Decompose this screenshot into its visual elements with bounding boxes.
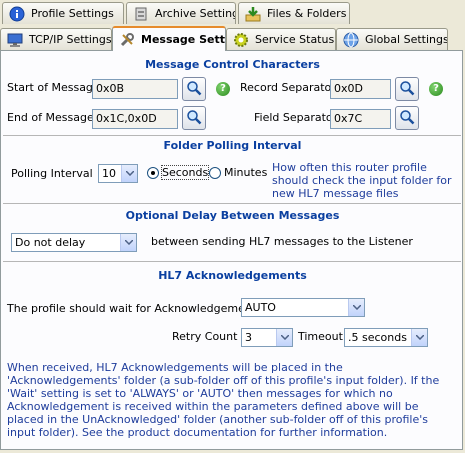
message-control-title: Message Control Characters: [145, 58, 320, 71]
field-lookup-button[interactable]: [395, 106, 419, 130]
end-of-message-label: End of Message: [7, 111, 94, 124]
magnifier-icon: [186, 80, 202, 99]
minutes-label[interactable]: Minutes: [224, 166, 267, 179]
record-lookup-button[interactable]: [395, 77, 419, 101]
wait-for-ack-select[interactable]: AUTO: [241, 298, 365, 317]
tab-service-status[interactable]: Service Status: [226, 28, 336, 50]
wait-for-ack-label: The profile should wait for Acknowledgem…: [7, 302, 266, 315]
section-divider: [3, 135, 461, 136]
folder-polling-title: Folder Polling Interval: [163, 139, 302, 152]
outer-tab-row: Profile Settings Archive Settings Files …: [0, 0, 465, 24]
record-separator-field[interactable]: 0x0D: [330, 79, 391, 99]
info-icon: [9, 6, 25, 22]
timeout-value: .5 seconds: [348, 331, 407, 344]
record-separator-label: Record Separator: [240, 81, 336, 94]
section-divider: [3, 261, 461, 262]
tab-files-folders[interactable]: Files & Folders: [238, 2, 350, 24]
chevron-down-icon: [121, 165, 137, 182]
tab-label: Files & Folders: [267, 7, 347, 20]
section-divider: [3, 203, 461, 204]
polling-interval-value: 10: [102, 167, 116, 180]
tab-label: TCP/IP Settings: [29, 33, 112, 46]
monitor-icon: [7, 32, 23, 48]
chevron-down-icon: [276, 329, 292, 346]
ack-note: When received, HL7 Acknowledgements will…: [7, 361, 440, 439]
delay-suffix-label: between sending HL7 messages to the List…: [151, 235, 413, 248]
magnifier-icon: [399, 109, 415, 128]
chevron-down-icon: [411, 329, 427, 346]
seconds-label[interactable]: Seconds: [160, 165, 210, 180]
tab-label: Message Sett...: [141, 33, 225, 46]
magnifier-icon: [186, 109, 202, 128]
tab-tcpip-settings[interactable]: TCP/IP Settings: [0, 28, 112, 50]
tools-icon: [119, 32, 135, 48]
record-help-icon[interactable]: ?: [429, 82, 443, 96]
start-help-icon[interactable]: ?: [216, 82, 230, 96]
field-separator-label: Field Separator: [254, 111, 338, 124]
timeout-select[interactable]: .5 seconds: [344, 328, 428, 347]
tab-profile-settings[interactable]: Profile Settings: [2, 2, 124, 24]
polling-interval-label: Polling Interval: [11, 167, 93, 180]
tab-label: Service Status: [255, 33, 335, 46]
end-lookup-button[interactable]: [182, 106, 206, 130]
inner-tab-row: TCP/IP Settings Message Sett... Service …: [0, 26, 465, 51]
minutes-radio[interactable]: [209, 167, 221, 179]
chevron-down-icon: [348, 299, 364, 316]
archive-icon: [133, 6, 149, 22]
tab-label: Global Settings: [365, 33, 448, 46]
start-lookup-button[interactable]: [182, 77, 206, 101]
magnifier-icon: [399, 80, 415, 99]
retry-count-label: Retry Count: [172, 330, 238, 343]
message-settings-panel: Message Control Characters Start of Mess…: [0, 50, 463, 450]
polling-interval-note: How often this router profile should che…: [272, 161, 452, 200]
end-of-message-field[interactable]: 0x1C,0x0D: [92, 109, 178, 129]
optional-delay-title: Optional Delay Between Messages: [125, 209, 340, 222]
tab-message-settings[interactable]: Message Sett...: [112, 26, 226, 51]
globe-icon: [343, 32, 359, 48]
timeout-label: Timeout: [298, 330, 343, 343]
delay-select[interactable]: Do not delay: [11, 233, 137, 252]
chevron-down-icon: [120, 234, 136, 251]
retry-count-select[interactable]: 3: [241, 328, 293, 347]
start-of-message-label: Start of Message: [7, 81, 100, 94]
tab-label: Profile Settings: [31, 7, 114, 20]
field-separator-field[interactable]: 0x7C: [330, 109, 391, 129]
hl7-ack-title: HL7 Acknowledgements: [158, 269, 307, 282]
tab-global-settings[interactable]: Global Settings: [336, 28, 448, 50]
seconds-radio[interactable]: [147, 167, 159, 179]
tab-label: Archive Settings: [155, 7, 236, 20]
start-of-message-field[interactable]: 0x0B: [92, 79, 178, 99]
folder-download-icon: [245, 6, 261, 22]
gear-icon: [233, 32, 249, 48]
polling-interval-select[interactable]: 10: [98, 164, 138, 183]
wait-for-ack-value: AUTO: [245, 301, 276, 314]
tab-archive-settings[interactable]: Archive Settings: [126, 2, 236, 24]
delay-value: Do not delay: [15, 236, 86, 249]
retry-count-value: 3: [245, 331, 252, 344]
